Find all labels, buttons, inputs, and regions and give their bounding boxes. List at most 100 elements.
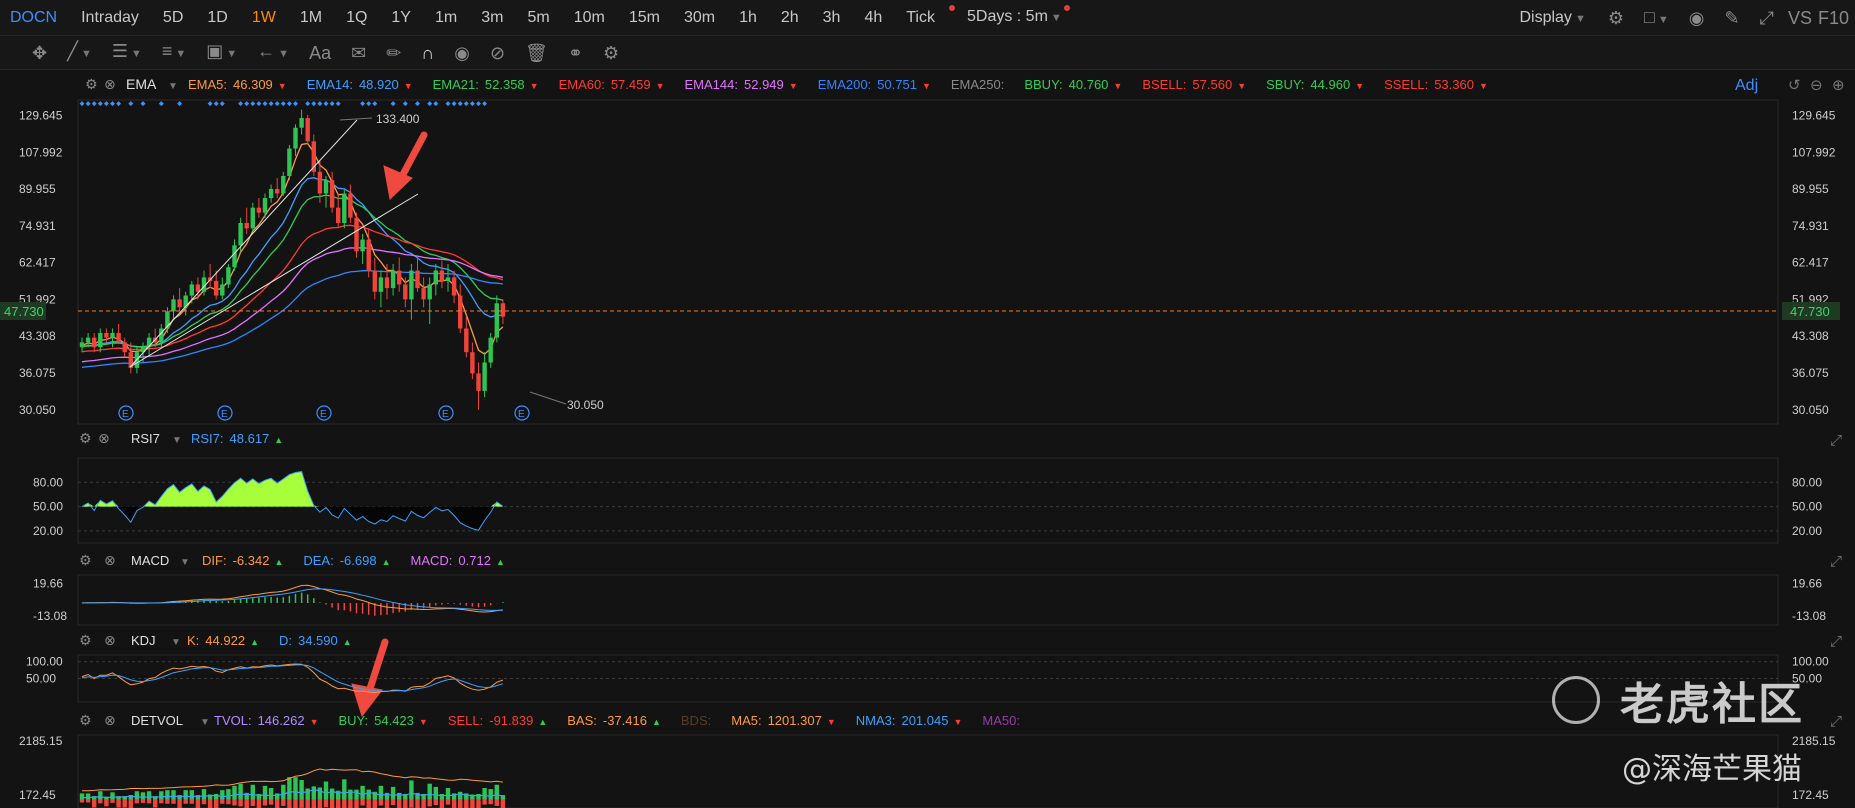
candle[interactable] xyxy=(98,328,103,353)
layout-icon[interactable]: □ ▼ xyxy=(1634,0,1679,37)
event-dot[interactable] xyxy=(110,101,115,107)
period-select[interactable]: 5Days : 5m ▼ xyxy=(953,0,1080,36)
event-dot[interactable] xyxy=(79,101,85,107)
candle[interactable] xyxy=(171,295,176,320)
event-dot[interactable] xyxy=(140,101,146,107)
event-dot[interactable] xyxy=(317,101,323,107)
camera-icon[interactable]: ◉ xyxy=(1679,1,1715,35)
candle[interactable] xyxy=(177,288,182,312)
candle[interactable] xyxy=(415,257,420,292)
event-dot[interactable] xyxy=(311,101,317,107)
candle[interactable] xyxy=(348,184,353,223)
candle[interactable] xyxy=(470,342,475,380)
candle[interactable] xyxy=(494,295,499,343)
candle[interactable] xyxy=(256,198,262,218)
event-dot[interactable] xyxy=(244,101,250,107)
timeframe-1y[interactable]: 1Y xyxy=(379,0,423,36)
event-dot[interactable] xyxy=(482,101,488,107)
event-dot[interactable] xyxy=(372,101,378,107)
event-dot[interactable] xyxy=(457,101,463,107)
candle[interactable] xyxy=(354,212,359,258)
event-dot[interactable] xyxy=(415,101,420,107)
timeframe-1q[interactable]: 1Q xyxy=(334,0,379,36)
pane-gear-icon[interactable]: ⚙ xyxy=(79,632,92,648)
expand-icon[interactable]: ⤢ xyxy=(1830,633,1843,650)
trend-line-upper[interactable] xyxy=(129,119,358,368)
fib-icon[interactable]: ≡ ▼ xyxy=(152,34,196,71)
f10-button[interactable]: F10 xyxy=(1816,0,1855,36)
rsi-name[interactable]: RSI7 xyxy=(131,431,160,446)
event-dot[interactable] xyxy=(366,101,372,107)
link-icon[interactable]: ⚭ xyxy=(558,36,593,70)
timeframe-1m[interactable]: 1m xyxy=(423,0,469,36)
timeframe-30m[interactable]: 30m xyxy=(672,0,727,36)
candle[interactable] xyxy=(287,144,292,181)
expand-icon[interactable]: ⤢ xyxy=(1830,432,1843,449)
candle[interactable] xyxy=(268,184,274,203)
pencil-icon[interactable]: ✏ xyxy=(376,36,411,70)
candle[interactable] xyxy=(476,362,481,410)
event-dot[interactable] xyxy=(274,101,280,107)
event-dot[interactable] xyxy=(293,101,298,107)
macd-name[interactable]: MACD xyxy=(131,553,169,568)
note-icon[interactable]: ✉ xyxy=(341,36,376,70)
event-dot[interactable] xyxy=(280,101,286,107)
event-dot[interactable] xyxy=(335,101,341,107)
event-dot[interactable] xyxy=(323,101,329,107)
expand-icon[interactable]: ⤢ xyxy=(1830,713,1843,730)
timeframe-5m[interactable]: 5m xyxy=(515,0,561,36)
measure-icon[interactable]: ▣ ▼ xyxy=(196,34,247,71)
timeframe-1h[interactable]: 1h xyxy=(727,0,769,36)
candle[interactable] xyxy=(226,263,231,289)
event-dot[interactable] xyxy=(262,101,268,107)
candle[interactable] xyxy=(390,263,396,296)
gear-icon[interactable]: ⚙ xyxy=(1598,1,1634,35)
candle[interactable] xyxy=(220,277,225,300)
text-icon[interactable]: Aa xyxy=(299,36,341,70)
candle[interactable] xyxy=(250,202,255,232)
arrow-icon[interactable]: ← ▼ xyxy=(247,34,299,71)
eye-icon[interactable]: ◉ xyxy=(444,36,480,70)
reset-icon[interactable]: ↺ xyxy=(1788,77,1801,94)
event-dot[interactable] xyxy=(177,101,183,107)
timeframe-2h[interactable]: 2h xyxy=(769,0,811,36)
event-dot[interactable] xyxy=(329,101,335,107)
move-icon[interactable]: ✥ xyxy=(22,36,57,70)
candle[interactable] xyxy=(293,124,298,157)
timeframe-1d[interactable]: 1D xyxy=(195,0,239,36)
event-dot[interactable] xyxy=(451,101,457,107)
event-dot[interactable] xyxy=(402,101,408,107)
candle[interactable] xyxy=(397,257,402,292)
maximize-icon[interactable]: ⊕ xyxy=(1832,77,1845,94)
candle[interactable] xyxy=(482,352,487,398)
timeframe-1w[interactable]: 1W xyxy=(240,0,288,36)
chevron-down-icon[interactable]: ▼ xyxy=(180,557,190,568)
candle[interactable] xyxy=(488,333,493,368)
event-dot[interactable] xyxy=(158,101,164,107)
event-dot[interactable] xyxy=(445,101,451,107)
candle[interactable] xyxy=(445,263,451,292)
candle[interactable] xyxy=(360,233,365,264)
pane-gear-icon[interactable]: ⚙ xyxy=(79,712,92,728)
pane-gear-icon[interactable]: ⚙ xyxy=(79,430,92,446)
candle[interactable] xyxy=(281,171,286,196)
event-dot[interactable] xyxy=(116,101,122,107)
candle[interactable] xyxy=(244,207,249,234)
event-dot[interactable] xyxy=(97,101,103,107)
event-dot[interactable] xyxy=(476,101,481,107)
kdj-name[interactable]: KDJ xyxy=(131,633,156,648)
pane-close-icon[interactable]: ⊗ xyxy=(98,430,110,446)
candle[interactable] xyxy=(79,337,85,353)
expand-icon[interactable]: ⤢ xyxy=(1830,553,1843,570)
timeframe-15m[interactable]: 15m xyxy=(617,0,672,36)
event-dot[interactable] xyxy=(213,101,219,107)
timeframe-3h[interactable]: 3h xyxy=(811,0,853,36)
event-dot[interactable] xyxy=(286,101,292,107)
candle[interactable] xyxy=(323,175,329,208)
pane-gear-icon[interactable]: ⚙ xyxy=(79,552,92,568)
event-dot[interactable] xyxy=(433,101,439,107)
event-dot[interactable] xyxy=(463,101,469,107)
candle[interactable] xyxy=(500,299,506,325)
chevron-down-icon[interactable]: ▼ xyxy=(168,81,178,92)
candle[interactable] xyxy=(458,284,463,334)
